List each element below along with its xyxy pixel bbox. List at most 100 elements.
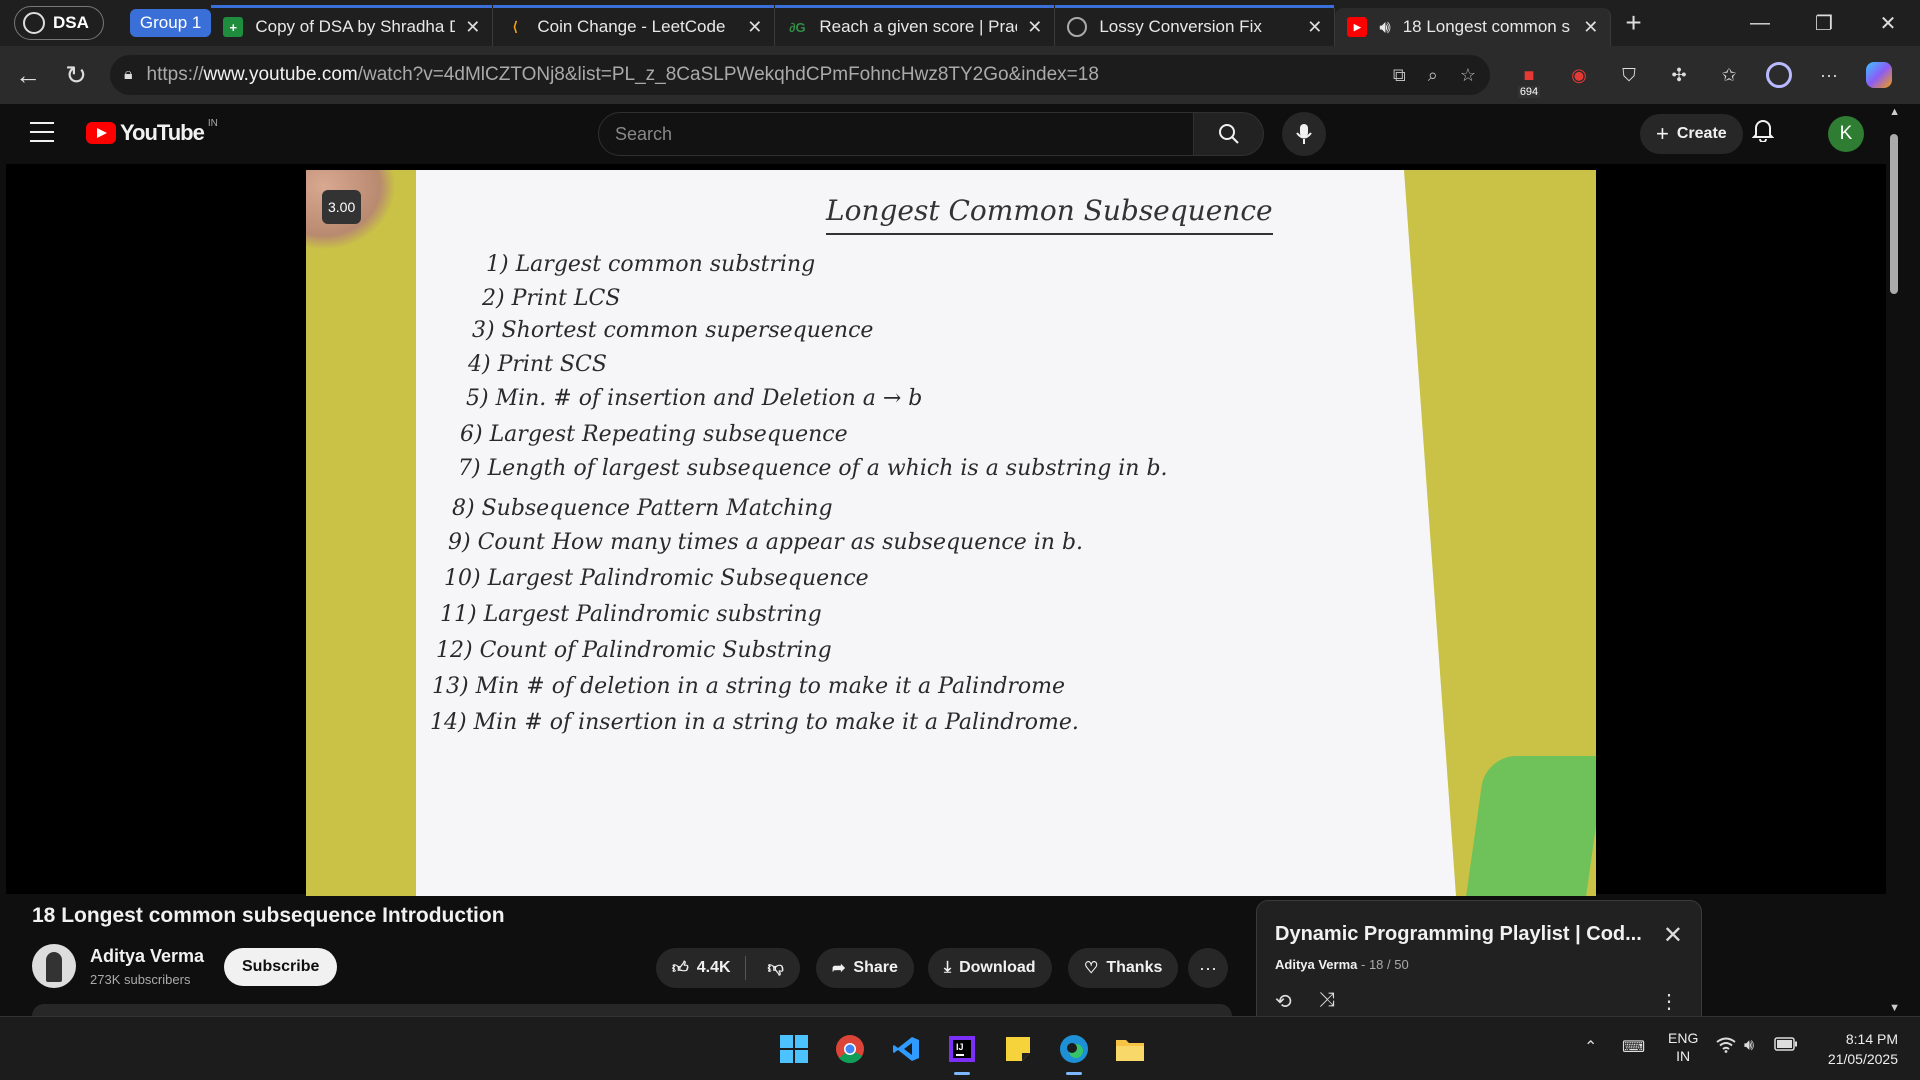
address-bar[interactable]: 🔒︎ https://www.youtube.com/watch?v=4dMlC… xyxy=(110,55,1490,95)
video-player[interactable]: Longest Common Subsequence 1) Largest co… xyxy=(6,164,1886,896)
input-language-indicator[interactable]: ENG IN xyxy=(1668,1029,1698,1065)
chrome-icon[interactable] xyxy=(830,1029,870,1069)
note-line: 2) Print LCS xyxy=(482,286,621,311)
shuffle-icon[interactable]: ⤨ xyxy=(1319,989,1335,1012)
restore-button[interactable]: ❐ xyxy=(1792,0,1856,46)
clock-time: 8:14 PM xyxy=(1845,1031,1898,1047)
note-line: 4) Print SCS xyxy=(468,352,607,377)
back-button[interactable]: ← xyxy=(8,55,48,95)
region-code: IN xyxy=(1676,1048,1691,1064)
tab-youtube-active[interactable]: ▶ 🔊︎ 18 Longest common s ✕ xyxy=(1335,8,1612,46)
scrollbar[interactable]: ▲ ▼ xyxy=(1886,104,1902,1016)
note-line: 10) Largest Palindromic Subsequence xyxy=(444,566,869,591)
system-clock[interactable]: 8:14 PM 21/05/2025 xyxy=(1818,1029,1898,1069)
account-avatar[interactable]: K xyxy=(1828,116,1864,152)
scroll-down-icon[interactable]: ▼ xyxy=(1889,1002,1900,1014)
reload-button[interactable]: ↻ xyxy=(56,55,96,95)
notifications-bell-icon[interactable] xyxy=(1751,118,1775,148)
close-icon[interactable]: ✕ xyxy=(1027,17,1042,38)
windows-start-icon[interactable] xyxy=(774,1029,814,1069)
subscriber-count: 273K subscribers xyxy=(90,972,191,987)
note-line: 6) Largest Repeating subsequence xyxy=(460,422,848,447)
close-window-button[interactable]: ✕ xyxy=(1856,0,1920,46)
volume-icon[interactable]: 🔊︎ xyxy=(1744,1037,1754,1055)
note-line: 1) Largest common substring xyxy=(486,252,816,277)
more-actions-button[interactable]: ··· xyxy=(1188,948,1228,988)
leetcode-icon: ⟨ xyxy=(512,19,518,34)
playlist-owner[interactable]: Aditya Verma xyxy=(1275,957,1357,972)
note-line: 7) Length of largest subsequence of a wh… xyxy=(458,456,1168,481)
close-icon[interactable]: ✕ xyxy=(1307,17,1322,38)
extension-badge: 694 xyxy=(1517,86,1541,98)
record-extension-icon[interactable]: ◉ xyxy=(1562,58,1596,92)
vscode-icon[interactable] xyxy=(886,1029,926,1069)
playlist-title[interactable]: Dynamic Programming Playlist | Cod... xyxy=(1275,923,1645,946)
intellij-icon[interactable]: IJ xyxy=(942,1029,982,1075)
favorites-icon[interactable]: ✩ xyxy=(1712,58,1746,92)
new-tab-button[interactable]: + xyxy=(1625,7,1641,39)
open-in-app-icon[interactable]: ⧉ xyxy=(1393,65,1406,86)
shield-icon[interactable]: ⛉ xyxy=(1612,58,1646,92)
tab-group-chip[interactable]: Group 1 xyxy=(129,9,212,37)
youtube-logo[interactable]: YouTube IN xyxy=(86,118,218,146)
zoom-icon[interactable]: ⌕ xyxy=(1428,65,1438,86)
copilot-icon[interactable] xyxy=(1862,58,1896,92)
create-button[interactable]: + Create xyxy=(1640,114,1743,154)
playback-speed-badge[interactable]: 3.00 xyxy=(322,190,362,224)
create-label: Create xyxy=(1676,125,1727,142)
playlist-position: 18 / 50 xyxy=(1368,957,1409,972)
url-text: https://www.youtube.com/watch?v=4dMlCZTO… xyxy=(146,64,1099,85)
search-button[interactable] xyxy=(1194,112,1264,156)
show-hidden-icons-chevron-icon[interactable]: ⌃ xyxy=(1584,1037,1597,1057)
like-button[interactable]: 👍︎ 4.4K xyxy=(656,956,746,980)
tab-chatgpt[interactable]: Lossy Conversion Fix ✕ xyxy=(1055,5,1336,46)
thanks-button[interactable]: ♡ Thanks xyxy=(1068,948,1179,988)
channel-avatar[interactable] xyxy=(32,944,76,988)
sticky-notes-icon[interactable] xyxy=(998,1029,1038,1069)
close-icon[interactable]: ✕ xyxy=(465,17,480,38)
wifi-icon[interactable] xyxy=(1716,1037,1736,1058)
workspace-label: DSA xyxy=(53,13,89,32)
menu-hamburger-icon[interactable] xyxy=(30,122,54,142)
tab-gfg[interactable]: ∂G Reach a given score | Pract ✕ xyxy=(775,5,1056,46)
windows-taskbar: IJ ⌃ ⌨ ENG IN 🔊︎ 8:14 PM 21/05/2025 xyxy=(0,1016,1920,1080)
note-line: 8) Subsequence Pattern Matching xyxy=(452,496,833,521)
channel-name[interactable]: Aditya Verma xyxy=(90,946,204,967)
tab-leetcode[interactable]: ⟨ Coin Change - LeetCode ✕ xyxy=(493,5,776,46)
scroll-up-icon[interactable]: ▲ xyxy=(1889,106,1900,118)
touch-keyboard-icon[interactable]: ⌨ xyxy=(1622,1037,1645,1057)
speaker-icon[interactable]: 🔊︎ xyxy=(1379,17,1390,38)
search-input[interactable]: Search xyxy=(598,112,1194,156)
note-line: 14) Min # of insertion in a string to ma… xyxy=(430,710,1079,735)
thanks-label: Thanks xyxy=(1106,959,1163,976)
description-box[interactable] xyxy=(32,1004,1232,1016)
tab-title: Coin Change - LeetCode xyxy=(537,17,726,36)
lock-icon[interactable]: 🔒︎ xyxy=(124,66,133,84)
edge-icon[interactable] xyxy=(1054,1029,1094,1075)
close-icon[interactable]: ✕ xyxy=(747,17,762,38)
dislike-button[interactable]: 👎︎ xyxy=(754,959,800,978)
scrollbar-thumb[interactable] xyxy=(1890,134,1898,294)
menu-more-icon[interactable]: ··· xyxy=(1812,58,1846,92)
voice-search-button[interactable] xyxy=(1282,112,1326,156)
close-icon[interactable]: ✕ xyxy=(1583,17,1598,38)
file-explorer-icon[interactable] xyxy=(1110,1029,1150,1069)
microphone-icon xyxy=(1296,124,1312,144)
extensions-puzzle-icon[interactable]: ✣ xyxy=(1662,58,1696,92)
favorite-star-icon[interactable]: ☆ xyxy=(1460,65,1476,86)
profile-icon[interactable] xyxy=(1762,58,1796,92)
extension-counter-icon[interactable]: ■ 694 xyxy=(1512,58,1546,98)
tab-dsa-sheet[interactable]: + Copy of DSA by Shradha D ✕ xyxy=(211,5,494,46)
share-button[interactable]: ➦ Share xyxy=(816,948,914,988)
video-frame[interactable]: Longest Common Subsequence 1) Largest co… xyxy=(306,170,1596,896)
note-line: 3) Shortest common supersequence xyxy=(472,318,874,343)
close-icon[interactable]: ✕ xyxy=(1663,921,1683,950)
loop-icon[interactable]: ⟲ xyxy=(1275,989,1292,1014)
subscribe-button[interactable]: Subscribe xyxy=(224,948,338,986)
download-button[interactable]: ⤓ Download xyxy=(928,948,1052,988)
battery-icon[interactable] xyxy=(1774,1037,1798,1056)
share-icon: ➦ xyxy=(832,960,846,977)
minimize-button[interactable]: — xyxy=(1728,0,1792,46)
more-vert-icon[interactable]: ⋮ xyxy=(1659,989,1679,1014)
workspace-profile-button[interactable]: DSA xyxy=(14,6,104,40)
